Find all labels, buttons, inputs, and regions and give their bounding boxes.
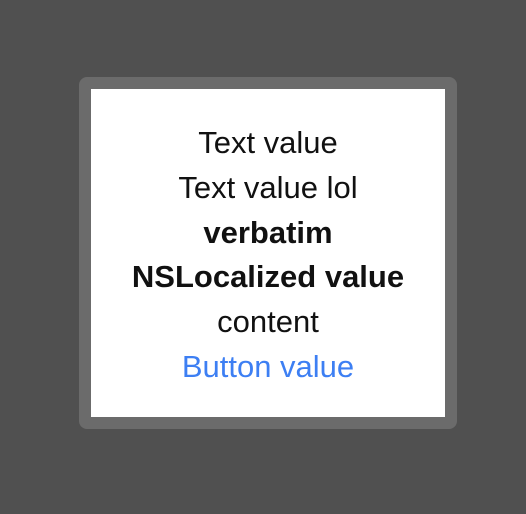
screen: Text value Text value lol verbatim NSLoc… (91, 89, 445, 417)
verbatim-label: verbatim (203, 214, 333, 250)
nslocalized-value-label: NSLocalized value (131, 259, 405, 295)
content-stack: Text value Text value lol verbatim NSLoc… (91, 121, 445, 390)
text-value-label: Text value (198, 125, 338, 160)
content-label: content (217, 304, 319, 340)
stage: Text value Text value lol verbatim NSLoc… (0, 0, 526, 514)
value-button[interactable]: Button value (182, 345, 354, 390)
text-value-lol-label: Text value lol (178, 169, 358, 205)
